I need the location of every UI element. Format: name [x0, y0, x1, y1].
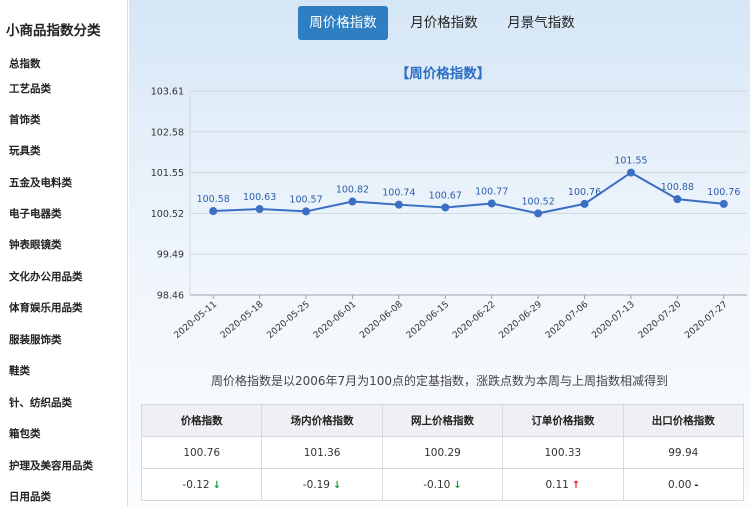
data-label: 100.76: [568, 187, 601, 198]
data-point[interactable]: [580, 199, 589, 208]
data-point[interactable]: [302, 207, 311, 216]
category-sidebar: 小商品指数分类 总指数 工艺品类 首饰类 玩具类 五金及电料类 电子电器类 钟表…: [0, 0, 128, 507]
data-label: 100.57: [289, 194, 322, 205]
data-label: 100.76: [707, 187, 740, 198]
x-tick-label: 2020-05-25: [265, 300, 312, 341]
category-item-crafts[interactable]: 工艺品类: [9, 81, 51, 96]
chart-title: 【周价格指数】: [396, 65, 491, 82]
header-onsite-price-index: 场内价格指数: [261, 404, 383, 437]
data-point[interactable]: [626, 168, 635, 177]
category-item-textiles[interactable]: 针、纺织品类: [9, 395, 72, 410]
data-point[interactable]: [209, 207, 218, 216]
category-item-daily-goods[interactable]: 日用品类: [9, 489, 51, 504]
change-value: -0.12: [182, 478, 210, 491]
category-item-apparel[interactable]: 服装服饰类: [9, 332, 62, 347]
header-export-price-index: 出口价格指数: [622, 404, 745, 437]
category-item-sports-entertainment[interactable]: 体育娱乐用品类: [9, 300, 83, 315]
category-item-hardware[interactable]: 五金及电料类: [9, 175, 72, 190]
table-row-changes: -0.12 ↓ -0.19 ↓ -0.10 ↓ 0.11 ↑ 0.00-: [140, 468, 745, 501]
y-tick-label: 98.46: [157, 291, 184, 302]
change-cell: 0.11 ↑: [502, 468, 624, 501]
category-item-total[interactable]: 总指数: [9, 56, 41, 71]
data-label: 100.52: [522, 196, 555, 207]
header-order-price-index: 订单价格指数: [502, 404, 624, 437]
x-tick-label: 2020-07-27: [683, 300, 730, 341]
y-tick-label: 99.49: [157, 250, 184, 261]
category-item-electronics[interactable]: 电子电器类: [9, 206, 62, 221]
change-value: 0.00: [668, 478, 692, 491]
data-point[interactable]: [255, 205, 264, 214]
data-label: 100.88: [661, 182, 694, 193]
data-label: 101.55: [614, 156, 647, 167]
index-note: 周价格指数是以2006年7月为100点的定基指数，涨跌点数为本周与上周指数相减得…: [210, 374, 669, 388]
x-tick-label: 2020-06-15: [405, 300, 452, 341]
category-item-office-supplies[interactable]: 文化办公用品类: [9, 269, 83, 284]
arrow-down-icon: ↓: [453, 479, 462, 491]
data-label: 100.58: [197, 194, 230, 205]
category-item-beauty-care[interactable]: 护理及美容用品类: [9, 458, 93, 473]
arrow-down-icon: ↓: [212, 479, 221, 491]
x-tick-label: 2020-07-06: [544, 299, 591, 340]
category-item-jewelry[interactable]: 首饰类: [9, 112, 41, 127]
y-tick-label: 102.58: [151, 127, 184, 138]
data-point[interactable]: [441, 203, 450, 212]
data-label: 100.82: [336, 185, 369, 196]
change-cell: -0.19 ↓: [261, 468, 383, 501]
category-item-toys[interactable]: 玩具类: [9, 143, 41, 158]
change-value: 0.11: [545, 478, 569, 491]
data-label: 100.74: [382, 188, 415, 199]
x-tick-label: 2020-06-22: [451, 300, 498, 341]
main-content: 周价格指数 月价格指数 月景气指数 【周价格指数】 103.61 102.58 10…: [129, 0, 750, 507]
table-header-row: 价格指数 场内价格指数 网上价格指数 订单价格指数 出口价格指数: [140, 404, 745, 437]
x-tick-label: 2020-06-01: [312, 300, 359, 341]
category-item-watches-glasses[interactable]: 钟表眼镜类: [9, 237, 62, 252]
header-price-index: 价格指数: [140, 404, 263, 437]
x-tick-label: 2020-06-08: [358, 299, 405, 340]
header-online-price-index: 网上价格指数: [381, 404, 504, 437]
data-point[interactable]: [673, 195, 682, 204]
x-tick-label: 2020-05-11: [173, 300, 220, 341]
x-tick-label: 2020-06-29: [498, 299, 545, 340]
change-value: -0.10: [423, 478, 451, 491]
value-export-price-index: 99.94: [622, 436, 745, 469]
change-cell: -0.10 ↓: [381, 468, 504, 501]
y-tick-label: 100.52: [151, 209, 184, 220]
arrow-down-icon: ↓: [332, 479, 342, 491]
change-cell: 0.00-: [622, 468, 745, 501]
data-point[interactable]: [348, 197, 357, 206]
table-row-values: 100.76 101.36 100.29 100.33 99.94: [140, 436, 745, 469]
index-summary-table: 价格指数 场内价格指数 网上价格指数 订单价格指数 出口价格指数 100.76 …: [140, 404, 745, 501]
flat-dash-icon: -: [694, 479, 699, 491]
data-point[interactable]: [487, 199, 496, 208]
value-onsite-price-index: 101.36: [261, 436, 383, 469]
category-item-shoes[interactable]: 鞋类: [9, 363, 30, 378]
value-online-price-index: 100.29: [381, 436, 504, 469]
arrow-up-icon: ↑: [571, 479, 581, 491]
y-tick-label: 101.55: [151, 168, 184, 179]
data-label: 100.63: [243, 192, 276, 203]
data-point[interactable]: [719, 199, 728, 208]
data-label: 100.67: [429, 190, 462, 201]
x-tick-label: 2020-05-18: [219, 299, 266, 340]
category-item-bags[interactable]: 箱包类: [9, 426, 41, 441]
value-order-price-index: 100.33: [502, 436, 624, 469]
series-line: [213, 171, 724, 215]
data-label: 100.77: [475, 186, 508, 197]
value-price-index: 100.76: [140, 436, 263, 469]
data-point[interactable]: [534, 209, 543, 218]
change-value: -0.19: [302, 478, 330, 491]
x-tick-label: 2020-07-20: [637, 299, 684, 340]
x-tick-label: 2020-07-13: [590, 300, 637, 341]
weekly-price-index-chart: 【周价格指数】 103.61 102.58 101.55 100.52 99.49 98.…: [151, 65, 747, 341]
change-cell: -0.12 ↓: [140, 468, 263, 501]
y-tick-label: 103.61: [151, 87, 184, 98]
sidebar-title: 小商品指数分类: [6, 23, 101, 39]
data-point[interactable]: [394, 200, 403, 209]
